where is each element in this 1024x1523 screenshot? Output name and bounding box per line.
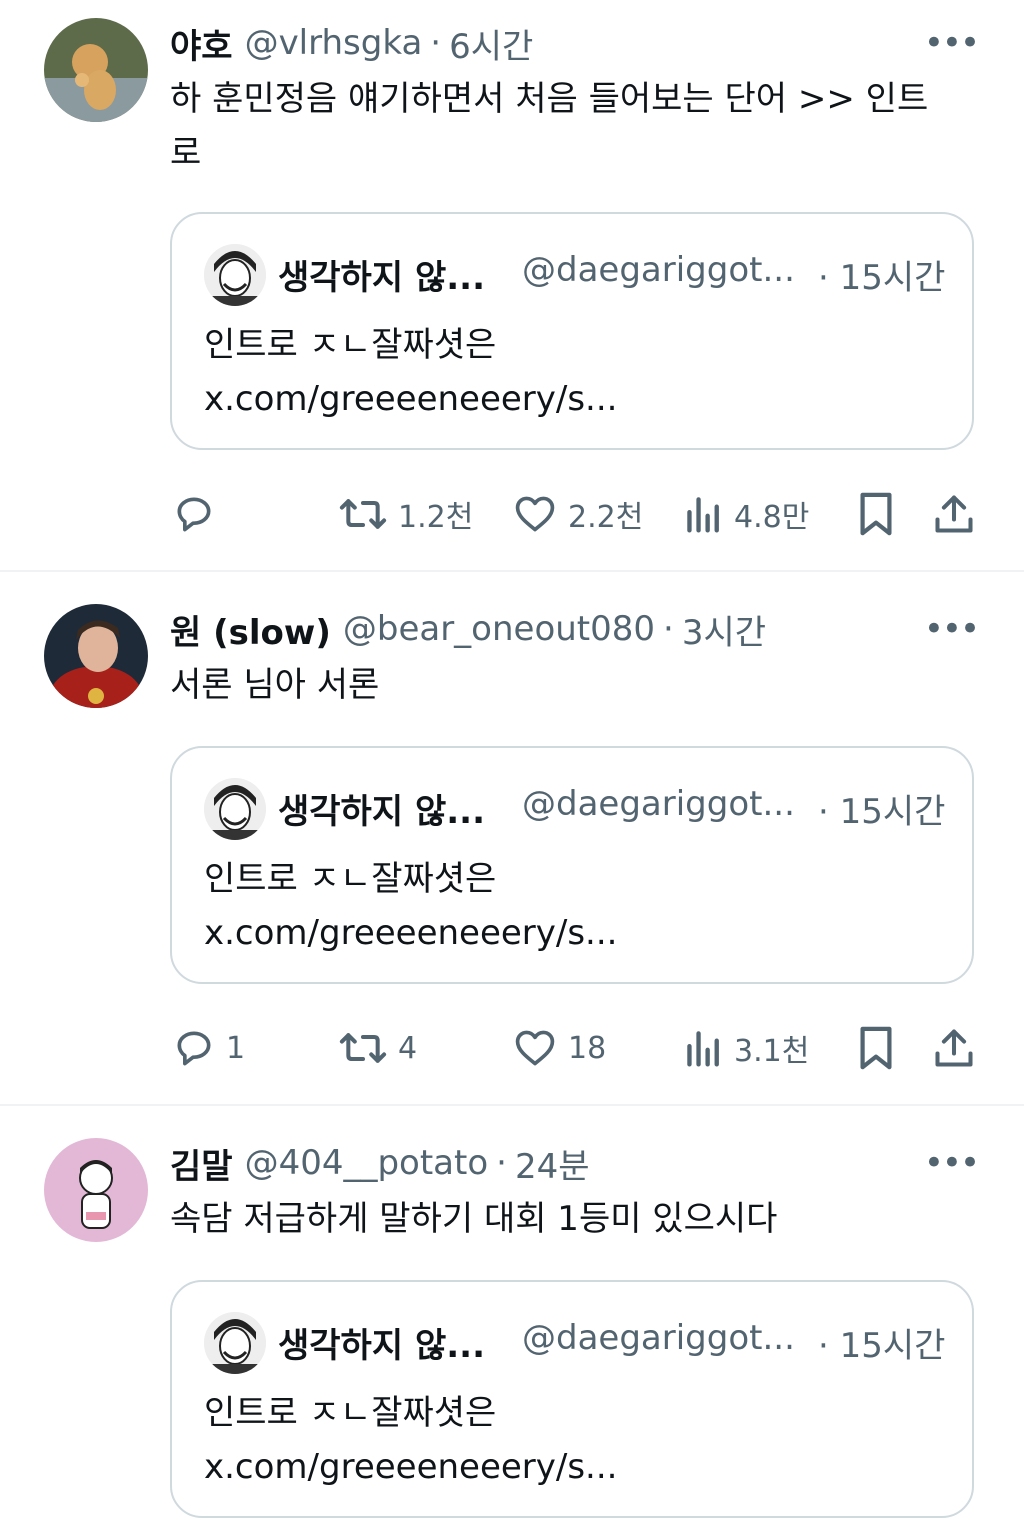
retweet-button[interactable]: 1.2천	[338, 484, 473, 544]
views-icon	[687, 1031, 719, 1067]
quoted-display-name: 생각하지 않...	[278, 258, 485, 298]
action-bar: 1 4 18 3.1천	[0, 1018, 1024, 1078]
like-count: 18	[568, 1030, 607, 1066]
quoted-text: 인트로 ㅈㄴ잘짜셧은 x.com/greeeeneeery/s...	[204, 1386, 944, 1494]
bookmark-icon	[860, 1026, 892, 1070]
reply-icon	[177, 497, 211, 532]
quoted-link[interactable]: x.com/greeeeneeery/s...	[204, 1440, 944, 1494]
more-options-button[interactable]: •••	[924, 26, 980, 60]
tweet-divider	[0, 570, 1024, 572]
quoted-avatar	[204, 778, 266, 840]
quoted-timestamp: · 15시간	[818, 1326, 946, 1366]
quoted-display-name: 생각하지 않...	[278, 792, 485, 832]
bookmark-button[interactable]	[856, 1018, 896, 1078]
share-icon	[935, 495, 973, 533]
user-handle[interactable]: @404__potato	[245, 1143, 489, 1183]
share-icon	[935, 1029, 973, 1067]
retweet-count: 1.2천	[398, 500, 474, 535]
quoted-timestamp: · 15시간	[818, 792, 946, 832]
avatar[interactable]	[44, 18, 148, 122]
tweet-text: 하 훈민정음 얘기하면서 처음 들어보는 단어 >> 인트 로	[170, 72, 970, 180]
display-name[interactable]: 야호	[170, 19, 233, 68]
retweet-button[interactable]: 4	[338, 1018, 417, 1078]
separator-dot: ·	[663, 609, 674, 649]
quoted-link[interactable]: x.com/greeeeneeery/s...	[204, 906, 944, 960]
share-button[interactable]	[932, 484, 976, 544]
more-options-button[interactable]: •••	[924, 1146, 980, 1180]
tweet-text-line: 하 훈민정음 얘기하면서 처음 들어보는 단어 >> 인트	[170, 79, 929, 119]
timestamp[interactable]: 24분	[515, 1139, 590, 1188]
quoted-tweet-card[interactable]: 생각하지 않... @daegariggot... · 15시간 인트로 ㅈㄴ잘…	[170, 212, 974, 450]
timestamp[interactable]: 3시간	[682, 605, 766, 654]
separator-dot: ·	[496, 1143, 507, 1183]
bookmark-icon	[860, 492, 892, 536]
quoted-text-line: 인트로 ㅈㄴ잘짜셧은	[204, 325, 497, 365]
views-button[interactable]: 4.8만	[684, 484, 809, 544]
user-handle[interactable]: @vlrhsgka	[245, 23, 423, 63]
tweet-text-line: 로	[170, 133, 202, 173]
views-count: 4.8만	[734, 500, 810, 535]
quoted-text-line: 인트로 ㅈㄴ잘짜셧은	[204, 859, 497, 899]
quoted-display-name: 생각하지 않...	[278, 1326, 485, 1366]
tweet-text-line: 서론 님아 서론	[170, 665, 380, 705]
timestamp[interactable]: 6시간	[449, 19, 533, 68]
tweet-text: 속담 저급하게 말하기 대회 1등미 있으시다	[170, 1192, 970, 1246]
views-button[interactable]: 3.1천	[684, 1018, 809, 1078]
tweet-header: 김말 @404__potato · 24분	[170, 1138, 590, 1188]
quoted-text: 인트로 ㅈㄴ잘짜셧은 x.com/greeeeneeery/s...	[204, 852, 944, 960]
retweet-icon	[339, 1033, 387, 1063]
heart-icon	[515, 496, 555, 532]
bookmark-button[interactable]	[856, 484, 896, 544]
tweet-divider	[0, 1104, 1024, 1106]
avatar[interactable]	[44, 604, 148, 708]
action-bar: 1.2천 2.2천 4.8만	[0, 484, 1024, 544]
quoted-text: 인트로 ㅈㄴ잘짜셧은 x.com/greeeeneeery/s...	[204, 318, 944, 426]
like-button[interactable]: 18	[512, 1018, 606, 1078]
quoted-avatar	[204, 244, 266, 306]
avatar[interactable]	[44, 1138, 148, 1242]
quoted-avatar	[204, 1312, 266, 1374]
user-handle[interactable]: @bear_oneout080	[343, 609, 655, 649]
quoted-user-handle: @daegariggot...	[522, 784, 795, 824]
reply-button[interactable]: 1	[172, 1018, 245, 1078]
quoted-tweet-card[interactable]: 생각하지 않... @daegariggot... · 15시간 인트로 ㅈㄴ잘…	[170, 746, 974, 984]
quoted-link[interactable]: x.com/greeeeneeery/s...	[204, 372, 944, 426]
reply-icon	[177, 1031, 211, 1066]
tweet-header: 원 (slow) @bear_oneout080 · 3시간	[170, 604, 766, 654]
display-name[interactable]: 원 (slow)	[170, 605, 331, 654]
tweet-header: 야호 @vlrhsgka · 6시간	[170, 18, 533, 68]
reply-button[interactable]	[172, 484, 226, 544]
quoted-user-handle: @daegariggot...	[522, 1318, 795, 1358]
tweet-text: 서론 님아 서론	[170, 658, 970, 712]
retweet-icon	[339, 499, 387, 529]
more-options-button[interactable]: •••	[924, 612, 980, 646]
quoted-text-line: 인트로 ㅈㄴ잘짜셧은	[204, 1393, 497, 1433]
tweet-text-line: 속담 저급하게 말하기 대회 1등미 있으시다	[170, 1199, 778, 1239]
retweet-count: 4	[398, 1030, 418, 1066]
quoted-tweet-card[interactable]: 생각하지 않... @daegariggot... · 15시간 인트로 ㅈㄴ잘…	[170, 1280, 974, 1518]
like-button[interactable]: 2.2천	[512, 484, 643, 544]
share-button[interactable]	[932, 1018, 976, 1078]
separator-dot: ·	[430, 23, 442, 63]
reply-count: 1	[226, 1030, 246, 1066]
heart-icon	[515, 1030, 555, 1066]
quoted-user-handle: @daegariggot...	[522, 250, 795, 290]
quoted-timestamp: · 15시간	[818, 258, 946, 298]
views-count: 3.1천	[734, 1034, 810, 1069]
like-count: 2.2천	[568, 500, 644, 535]
views-icon	[687, 497, 719, 533]
display-name[interactable]: 김말	[170, 1139, 233, 1188]
